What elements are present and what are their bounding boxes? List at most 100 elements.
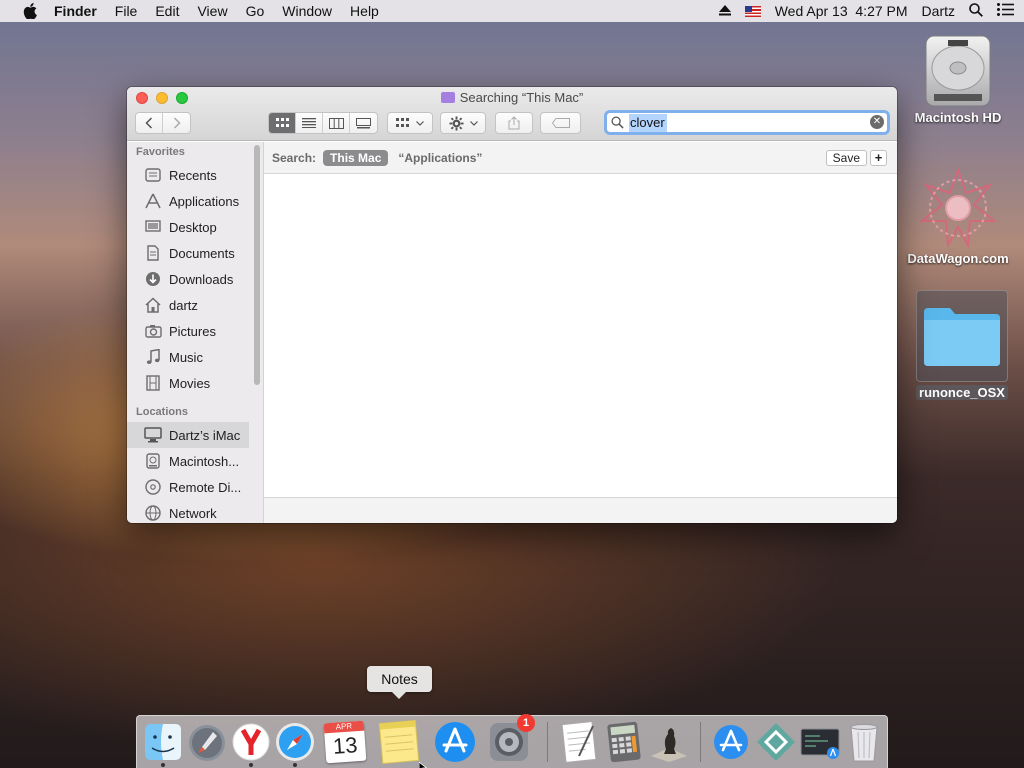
menubar-clock[interactable]: Wed Apr 13 4:27 PM [775,3,908,19]
chess-icon [651,728,687,762]
window-title: Searching “This Mac” [459,90,584,105]
sidebar-item-remote-disc[interactable]: Remote Di... [127,474,263,500]
sidebar-item-label: Desktop [169,219,217,235]
sidebar-item-label: Dartz’s iMac [169,427,241,443]
add-search-criteria-button[interactable]: + [870,150,887,166]
app-store-icon [435,722,475,762]
sidebar-item-movies[interactable]: Movies [127,370,263,396]
dock-terminal[interactable] [798,720,842,764]
finder-window: Searching “This Mac” clover ✕ Favorites … [127,87,897,523]
dock-app-store[interactable] [433,720,477,764]
notification-center-icon[interactable] [997,3,1014,19]
sidebar-item-macintosh-hd[interactable]: Macintosh... [127,448,263,474]
column-view-button[interactable] [323,113,350,133]
menu-file[interactable]: File [115,3,138,19]
status-bar [264,497,897,523]
share-button[interactable] [495,112,533,134]
sidebar-item-label: Movies [169,375,211,391]
search-scope-bar: Search: This Mac “Applications” Save + [264,142,897,174]
dock-tooltip: Notes [367,666,432,699]
desktop-icon-datawagon[interactable]: DataWagon.com [898,165,1018,266]
menubar-user[interactable]: Dartz [922,3,955,19]
sidebar-item-music[interactable]: Music [127,344,263,370]
imac-icon [144,426,162,444]
sidebar-item-network[interactable]: Network [127,500,263,523]
dock-notes[interactable] [377,719,421,765]
scope-applications-button[interactable]: “Applications” [398,151,482,165]
search-input[interactable] [629,113,667,132]
search-results-area[interactable] [264,175,897,497]
desktop-icon-runonce[interactable]: runonce_OSX [912,290,1012,400]
menu-bar: Finder File Edit View Go Window Help Wed… [0,0,1024,22]
tag-icon [551,118,570,128]
dock-yandex-browser[interactable] [229,720,273,767]
sidebar: Favorites Recents Applications Desktop D… [127,142,264,523]
list-view-button[interactable] [296,113,323,133]
sidebar-item-applications[interactable]: Applications [127,188,263,214]
menu-edit[interactable]: Edit [155,3,179,19]
dock-app-store-downloads[interactable] [709,720,753,764]
sidebar-item-label: Applications [169,193,240,209]
scope-this-mac-button[interactable]: This Mac [323,149,389,166]
dock-launchpad[interactable] [185,720,229,764]
sidebar-item-label: Downloads [169,271,234,287]
search-field[interactable]: ✕ [604,110,890,135]
chevron-down-icon [416,120,424,126]
calendar-icon: APR 13 [323,720,367,764]
menu-help[interactable]: Help [350,3,379,19]
running-indicator [293,763,297,767]
clear-search-button[interactable]: ✕ [870,115,884,129]
desktop-icon-macintosh-hd[interactable]: Macintosh HD [906,32,1010,125]
apple-menu-icon[interactable] [20,0,40,22]
sidebar-item-label: dartz [169,297,198,313]
dock-system-preferences[interactable]: 1 [487,714,535,764]
notification-badge: 1 [517,714,535,732]
sidebar-item-recents[interactable]: Recents [127,162,263,188]
sidebar-item-label: Macintosh... [169,453,240,469]
forward-button[interactable] [163,113,190,133]
sidebar-item-pictures[interactable]: Pictures [127,318,263,344]
gallery-view-button[interactable] [350,113,377,133]
menu-finder[interactable]: Finder [54,3,97,19]
sidebar-item-label: Recents [169,167,217,183]
dock-chess[interactable] [647,720,691,764]
sidebar-item-documents[interactable]: Documents [127,240,263,266]
applications-icon [144,192,162,210]
spotlight-search-icon[interactable] [969,2,983,20]
sidebar-item-home[interactable]: dartz [127,292,263,318]
dock-finder[interactable] [141,720,185,767]
icon-view-button[interactable] [269,113,296,133]
sidebar-item-downloads[interactable]: Downloads [127,266,263,292]
dock-calculator[interactable] [602,720,646,764]
sidebar-item-label: Music [169,349,203,365]
sidebar-scrollbar[interactable] [254,145,260,385]
running-indicator [249,763,253,767]
safari-icon [276,723,314,761]
dock-calendar[interactable]: APR 13 [322,720,367,764]
eject-icon[interactable] [718,3,731,19]
search-icon [611,116,629,129]
dock-trash[interactable] [842,720,886,764]
dock-vpn-app[interactable] [754,720,798,764]
dock-textedit[interactable] [557,720,601,764]
group-by-button[interactable] [387,112,433,134]
calculator-icon [607,721,641,763]
sidebar-item-desktop[interactable]: Desktop [127,214,263,240]
clock-icon [144,166,162,184]
dock-safari[interactable] [273,720,317,767]
back-button[interactable] [136,113,163,133]
sidebar-item-imac[interactable]: Dartz’s iMac [127,422,249,448]
vpn-app-icon [757,723,795,761]
menu-go[interactable]: Go [246,3,265,19]
input-source-flag-icon[interactable] [744,5,761,17]
folder-icon [916,290,1008,382]
action-menu-button[interactable] [440,112,486,134]
menu-window[interactable]: Window [282,3,332,19]
edit-tags-button[interactable] [540,112,581,134]
window-title-container: Searching “This Mac” [127,90,897,105]
terminal-icon [800,728,840,759]
hard-drive-icon [920,32,996,110]
film-icon [144,374,162,392]
save-search-button[interactable]: Save [825,150,867,166]
menu-view[interactable]: View [197,3,227,19]
